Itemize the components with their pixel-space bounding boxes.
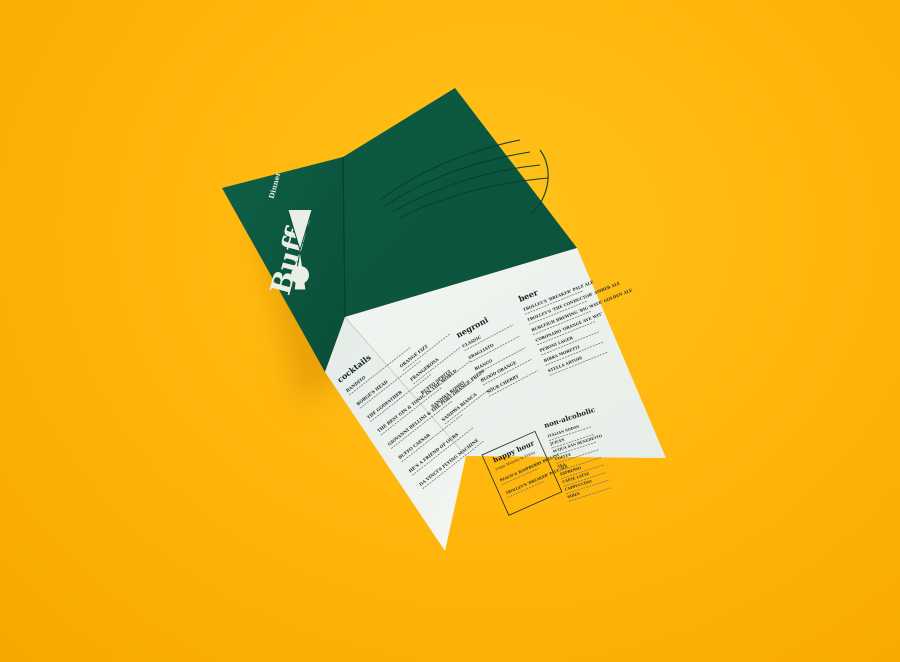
menu-mockup-scene: Buffo Dinner cocktails BANDITOBORGE'S HE… (222, 88, 666, 551)
menu-item-name: TROLLEY'S 'BREAKER' PALE ALE (505, 464, 569, 495)
